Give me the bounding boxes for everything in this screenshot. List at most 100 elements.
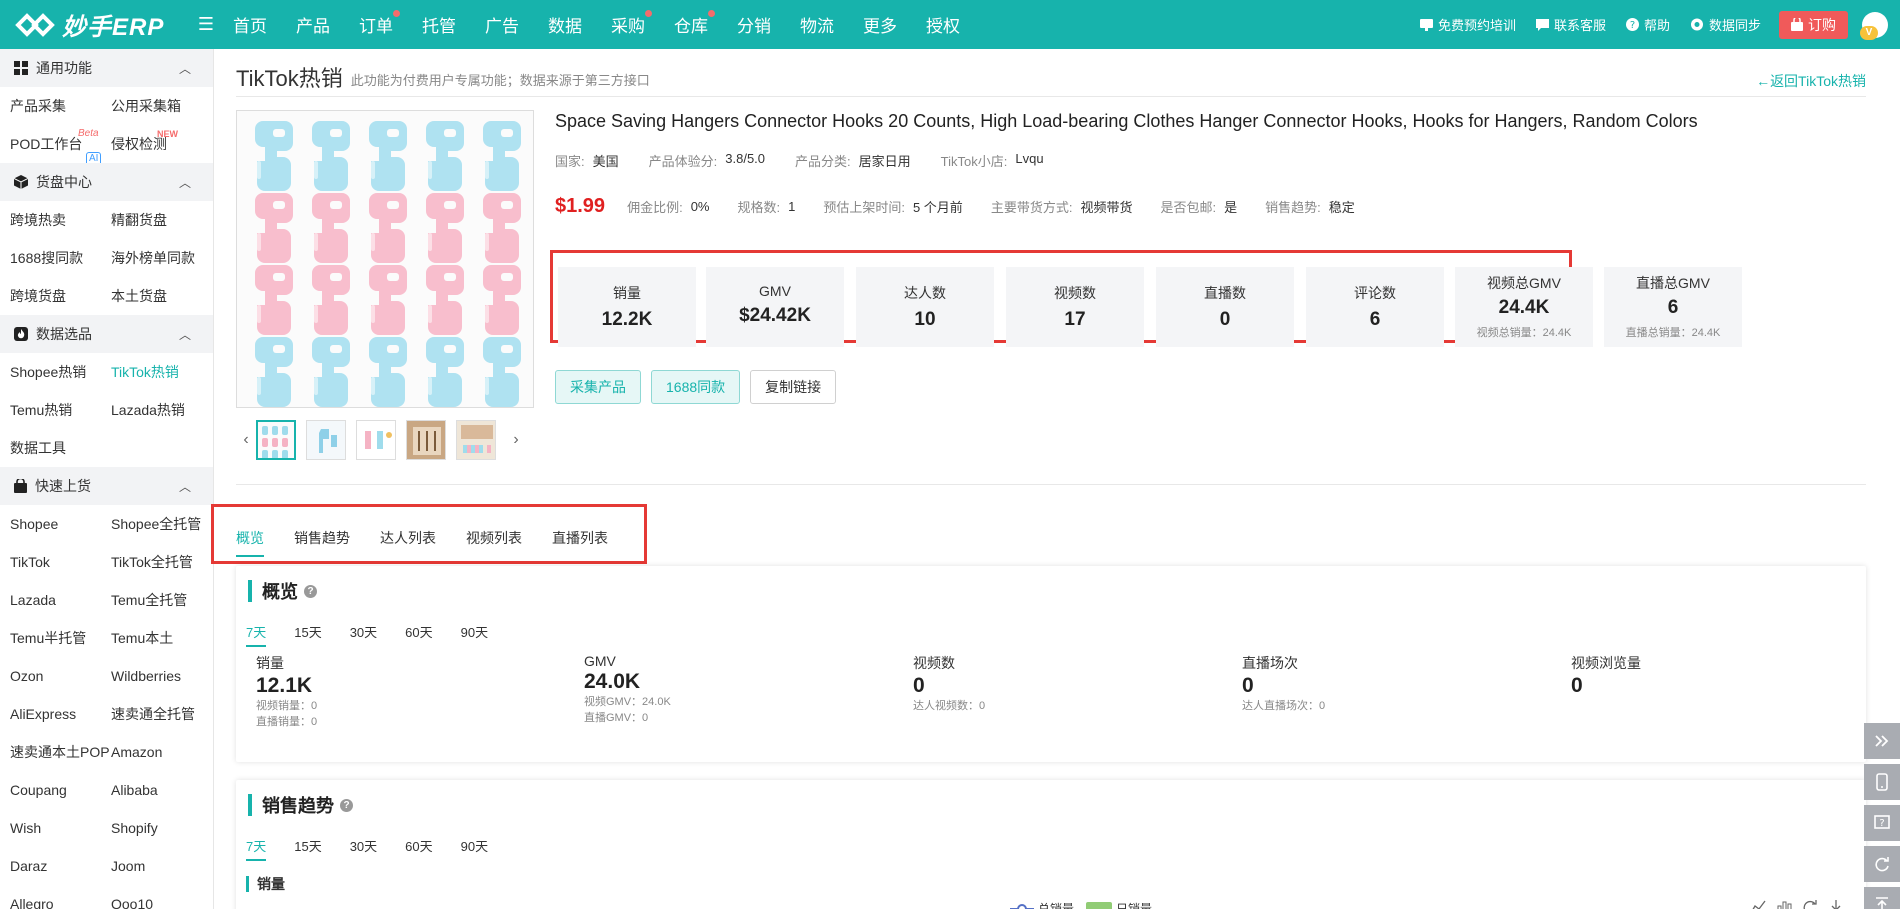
- refresh-icon[interactable]: [1802, 900, 1818, 909]
- nav-products[interactable]: 产品: [295, 12, 331, 37]
- tab-creators[interactable]: 达人列表: [380, 528, 436, 557]
- sidebar-item-tiktok-full[interactable]: TikTok全托管: [101, 543, 213, 581]
- training-link[interactable]: 免费预约培训: [1419, 15, 1516, 34]
- sidebar-item-temu-local[interactable]: Temu本土: [101, 619, 213, 657]
- sidebar-item-allegro[interactable]: Allegro: [0, 885, 101, 909]
- nav-distribution[interactable]: 分销: [736, 12, 772, 37]
- sidebar-item-lazada-hot[interactable]: Lazada热销: [101, 391, 213, 429]
- mobile-icon[interactable]: [1864, 764, 1900, 800]
- logo[interactable]: 妙手ERP: [0, 0, 190, 49]
- nav-home[interactable]: 首页: [232, 12, 268, 37]
- sidebar-item-refined[interactable]: 精翻货盘: [101, 201, 213, 239]
- period-7d[interactable]: 7天: [246, 622, 267, 647]
- tab-overview[interactable]: 概览: [236, 528, 264, 557]
- chevron-left-icon[interactable]: ‹: [236, 431, 256, 449]
- nav-more[interactable]: 更多: [862, 12, 898, 37]
- user-avatar[interactable]: V: [1860, 11, 1888, 40]
- bar-chart-icon[interactable]: [1776, 900, 1792, 909]
- tab-videos[interactable]: 视频列表: [466, 528, 522, 557]
- nav-auth[interactable]: 授权: [925, 12, 961, 37]
- thumbnail[interactable]: [256, 420, 296, 460]
- sidebar-item-aliexpress-full[interactable]: 速卖通全托管: [101, 695, 213, 733]
- sidebar-section-supply[interactable]: 货盘中心 ︿: [0, 163, 213, 201]
- sidebar-item-pod[interactable]: POD工作台 Beta AI: [0, 125, 102, 166]
- nav-purchase[interactable]: 采购: [610, 10, 652, 37]
- sidebar-item-hot-cross[interactable]: 跨境热卖: [0, 201, 101, 239]
- back-link[interactable]: ←返回TikTok热销: [1756, 71, 1866, 91]
- nav-hosting[interactable]: 托管: [421, 12, 457, 37]
- sidebar-item-aliexpress-pop[interactable]: 速卖通本土POP: [0, 733, 110, 771]
- thumbnail[interactable]: [456, 420, 496, 460]
- sidebar-item-local-supply[interactable]: 本土货盘: [101, 277, 213, 315]
- sidebar-item-joom[interactable]: Joom: [101, 847, 213, 885]
- sidebar-section-general[interactable]: 通用功能 ︿: [0, 49, 213, 87]
- help-icon[interactable]: ?: [304, 584, 317, 598]
- thumbnail[interactable]: [356, 420, 396, 460]
- help-link[interactable]: ? 帮助: [1625, 15, 1670, 34]
- period-15d[interactable]: 15天: [294, 622, 321, 647]
- chevron-right-icon[interactable]: ›: [506, 431, 526, 449]
- sidebar-item-1688-search[interactable]: 1688搜同款: [0, 239, 101, 277]
- sidebar-item-coupang[interactable]: Coupang: [0, 771, 101, 809]
- period-60d[interactable]: 60天: [405, 836, 432, 861]
- sidebar-item-infringement[interactable]: 侵权检测 NEW: [101, 125, 213, 163]
- sidebar-item-lazada[interactable]: Lazada: [0, 581, 101, 619]
- sidebar-item-ozon[interactable]: Ozon: [0, 657, 101, 695]
- refresh-icon[interactable]: [1864, 846, 1900, 882]
- thumbnail[interactable]: [406, 420, 446, 460]
- collect-product-button[interactable]: 采集产品: [555, 370, 641, 404]
- sidebar-item-aliexpress[interactable]: AliExpress: [0, 695, 101, 733]
- back-to-top-icon[interactable]: [1864, 887, 1900, 909]
- download-icon[interactable]: [1828, 900, 1844, 909]
- product-main-image[interactable]: [236, 110, 534, 408]
- help-icon[interactable]: ?: [340, 798, 353, 812]
- tab-lives[interactable]: 直播列表: [552, 528, 608, 557]
- tab-sales-trend[interactable]: 销售趋势: [294, 528, 350, 557]
- sidebar-item-shopee-full[interactable]: Shopee全托管: [101, 505, 213, 543]
- sidebar-item-shopee-hot[interactable]: Shopee热销: [0, 353, 101, 391]
- sidebar-item-public-collect[interactable]: 公用采集箱: [101, 87, 213, 125]
- nav-warehouse[interactable]: 仓库: [673, 10, 715, 37]
- sidebar-item-wildberries[interactable]: Wildberries: [101, 657, 213, 695]
- sidebar-item-wish[interactable]: Wish: [0, 809, 101, 847]
- period-30d[interactable]: 30天: [350, 836, 377, 861]
- nav-data[interactable]: 数据: [547, 12, 583, 37]
- sidebar-section-data-select[interactable]: 数据选品 ︿: [0, 315, 213, 353]
- period-60d[interactable]: 60天: [405, 622, 432, 647]
- line-chart-icon[interactable]: [1750, 900, 1766, 909]
- nav-ads[interactable]: 广告: [484, 12, 520, 37]
- period-30d[interactable]: 30天: [350, 622, 377, 647]
- sidebar-item-tiktok[interactable]: TikTok: [0, 543, 101, 581]
- collapse-icon[interactable]: [1864, 723, 1900, 759]
- thumbnail[interactable]: [306, 420, 346, 460]
- sidebar-item-shopee[interactable]: Shopee: [0, 505, 101, 543]
- sidebar-item-temu-half[interactable]: Temu半托管: [0, 619, 101, 657]
- order-button[interactable]: 订购: [1779, 10, 1848, 39]
- legend-total-sales[interactable]: 总销量: [1038, 900, 1074, 909]
- meta-shop-value[interactable]: Lvqu: [1015, 151, 1043, 170]
- period-7d[interactable]: 7天: [246, 836, 267, 861]
- sidebar-item-qoo10[interactable]: Qoo10: [101, 885, 213, 909]
- sidebar-item-product-collect[interactable]: 产品采集: [0, 87, 101, 125]
- sidebar-section-quick-list[interactable]: 快速上货 ︿: [0, 467, 213, 505]
- sidebar-item-alibaba[interactable]: Alibaba: [101, 771, 213, 809]
- feedback-icon[interactable]: ?: [1864, 805, 1900, 841]
- period-15d[interactable]: 15天: [294, 836, 321, 861]
- legend-daily-sales[interactable]: 日销量: [1116, 900, 1152, 909]
- sidebar-item-overseas-rank[interactable]: 海外榜单同款: [101, 239, 213, 277]
- sidebar-item-tiktok-hot[interactable]: TikTok热销: [101, 353, 213, 391]
- period-90d[interactable]: 90天: [461, 622, 488, 647]
- sidebar-item-shopify[interactable]: Shopify: [101, 809, 213, 847]
- nav-orders[interactable]: 订单: [358, 10, 400, 37]
- same-1688-button[interactable]: 1688同款: [651, 370, 741, 404]
- sidebar-item-data-tools[interactable]: 数据工具: [0, 429, 101, 467]
- copy-link-button[interactable]: 复制链接: [750, 370, 837, 404]
- sidebar-item-temu-full[interactable]: Temu全托管: [101, 581, 213, 619]
- support-link[interactable]: 联系客服: [1535, 15, 1606, 34]
- nav-logistics[interactable]: 物流: [799, 12, 835, 37]
- sync-link[interactable]: 数据同步: [1690, 15, 1761, 34]
- sidebar-item-daraz[interactable]: Daraz: [0, 847, 101, 885]
- sidebar-item-temu-hot[interactable]: Temu热销: [0, 391, 101, 429]
- period-90d[interactable]: 90天: [461, 836, 488, 861]
- sidebar-item-amazon[interactable]: Amazon: [101, 733, 213, 771]
